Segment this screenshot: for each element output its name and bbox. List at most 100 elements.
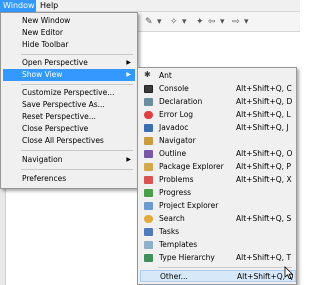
submenu-arrow-icon: ▶ — [126, 71, 131, 78]
menu-item-search[interactable]: Search Alt+Shift+Q, S — [140, 213, 296, 225]
chevron-down-icon[interactable]: ▾ — [244, 17, 249, 27]
menu-item-navigator[interactable]: Navigator — [140, 135, 296, 147]
menu-item-show-view[interactable]: Show View ▶ — [3, 69, 135, 81]
menu-item-project-explorer[interactable]: Project Explorer — [140, 200, 296, 212]
window-dropdown-menu: New Window New Editor Hide Toolbar Open … — [0, 12, 138, 189]
menu-item-label: Console — [159, 84, 189, 93]
menu-item-javadoc[interactable]: Javadoc Alt+Shift+Q, J — [140, 122, 296, 134]
menu-item-progress[interactable]: Progress — [140, 187, 296, 199]
submenu-arrow-icon: ▶ — [126, 156, 131, 163]
chevron-down-icon[interactable]: ▾ — [220, 17, 225, 27]
menu-item-label: Open Perspective — [22, 58, 88, 67]
menu-item-label: New Window — [22, 16, 71, 25]
javadoc-icon — [144, 124, 153, 132]
previous-edit-icon[interactable]: ✦ — [196, 17, 204, 27]
menu-item-shortcut: Alt+Shift+Q, L — [236, 110, 291, 119]
menu-separator — [21, 150, 133, 151]
menu-item-other[interactable]: Other... Alt+Shift+Q, Q — [140, 270, 296, 282]
mouse-cursor-icon — [284, 266, 294, 280]
tasks-icon — [144, 228, 153, 236]
templates-icon — [144, 241, 153, 249]
menu-item-shortcut: Alt+Shift+Q, C — [236, 84, 292, 93]
menu-item-shortcut: Alt+Shift+Q, O — [236, 149, 293, 158]
menu-item-shortcut: Alt+Shift+Q, T — [236, 253, 292, 262]
menu-item-tasks[interactable]: Tasks — [140, 226, 296, 238]
navigator-icon — [144, 137, 153, 145]
menu-item-label: Package Explorer — [159, 162, 224, 171]
menu-item-label: Tasks — [159, 227, 180, 236]
menu-separator — [21, 54, 133, 55]
menu-item-label: Customize Perspective... — [22, 88, 115, 97]
menu-item-label: Error Log — [159, 110, 194, 119]
menu-item-label: Project Explorer — [159, 201, 219, 210]
show-view-submenu: ✱ Ant Console Alt+Shift+Q, C Declaration Al… — [137, 67, 297, 285]
problems-icon — [144, 176, 153, 184]
menu-item-templates[interactable]: Templates — [140, 239, 296, 251]
help-menu[interactable]: Help — [37, 0, 61, 12]
menu-item-type-hierarchy[interactable]: Type Hierarchy Alt+Shift+Q, T — [140, 252, 296, 264]
menu-item-package-explorer[interactable]: Package Explorer Alt+Shift+Q, P — [140, 161, 296, 173]
menu-item-declaration[interactable]: Declaration Alt+Shift+Q, D — [140, 96, 296, 108]
menu-item-label: Outline — [159, 149, 187, 158]
menu-item-label: Ant — [159, 71, 172, 80]
menu-item-new-window[interactable]: New Window — [3, 15, 135, 27]
menu-item-shortcut: Alt+Shift+Q, D — [236, 97, 293, 106]
menu-item-label: Preferences — [22, 174, 67, 183]
menu-item-label: Other... — [160, 272, 188, 281]
menu-item-shortcut: Alt+Shift+Q, X — [236, 175, 292, 184]
submenu-arrow-icon: ▶ — [126, 59, 131, 66]
search-icon — [144, 215, 153, 223]
project-explorer-icon — [144, 202, 153, 210]
sync-icon[interactable]: ✧ — [170, 17, 178, 27]
menu-item-hide-toolbar[interactable]: Hide Toolbar — [3, 39, 135, 51]
menu-separator — [21, 169, 133, 170]
chevron-down-icon[interactable]: ▾ — [157, 17, 162, 27]
menu-item-shortcut: Alt+Shift+Q, S — [236, 214, 292, 223]
menu-item-outline[interactable]: Outline Alt+Shift+Q, O — [140, 148, 296, 160]
forward-icon[interactable]: ⇨ — [232, 17, 240, 27]
menu-item-label: Templates — [159, 240, 198, 249]
menu-item-customize-perspective[interactable]: Customize Perspective... — [3, 87, 135, 99]
console-icon — [144, 85, 153, 93]
menu-item-label: Reset Perspective... — [22, 112, 96, 121]
ant-icon: ✱ — [144, 70, 151, 79]
menu-item-ant[interactable]: ✱ Ant — [140, 70, 296, 82]
menu-item-open-perspective[interactable]: Open Perspective ▶ — [3, 57, 135, 69]
menu-separator — [158, 267, 292, 268]
menu-item-shortcut: Alt+Shift+Q, J — [236, 123, 289, 132]
menu-item-label: Navigation — [22, 155, 63, 164]
menu-item-label: Close All Perspectives — [22, 136, 104, 145]
menu-item-label: Save Perspective As... — [22, 100, 105, 109]
menu-item-error-log[interactable]: Error Log Alt+Shift+Q, L — [140, 109, 296, 121]
chevron-down-icon[interactable]: ▾ — [182, 17, 187, 27]
menu-item-label: Type Hierarchy — [159, 253, 215, 262]
menu-item-label: Javadoc — [159, 123, 189, 132]
menu-item-label: Problems — [159, 175, 194, 184]
menu-bar: Window Help — [0, 0, 300, 12]
menu-item-label: Close Perspective — [22, 124, 89, 133]
window-menu[interactable]: Window — [0, 0, 36, 12]
run-icon[interactable]: ✎ — [145, 17, 153, 27]
menu-item-label: Navigator — [159, 136, 196, 145]
menu-item-save-perspective-as[interactable]: Save Perspective As... — [3, 99, 135, 111]
menu-item-navigation[interactable]: Navigation ▶ — [3, 154, 135, 166]
menu-item-label: Search — [159, 214, 185, 223]
menu-item-label: New Editor — [22, 28, 63, 37]
menu-item-console[interactable]: Console Alt+Shift+Q, C — [140, 83, 296, 95]
menu-item-reset-perspective[interactable]: Reset Perspective... — [3, 111, 135, 123]
menu-item-label: Hide Toolbar — [22, 40, 69, 49]
menu-item-preferences[interactable]: Preferences — [3, 173, 135, 185]
menu-item-label: Progress — [159, 188, 192, 197]
menu-item-problems[interactable]: Problems Alt+Shift+Q, X — [140, 174, 296, 186]
declaration-icon — [144, 98, 153, 106]
progress-icon — [144, 189, 153, 197]
menu-item-new-editor[interactable]: New Editor — [3, 27, 135, 39]
type-hierarchy-icon — [144, 254, 153, 262]
menu-item-label: Show View — [22, 70, 63, 79]
error-log-icon — [144, 111, 153, 119]
menu-separator — [21, 84, 133, 85]
back-icon[interactable]: ⇦ — [208, 17, 216, 27]
menu-item-close-all-perspectives[interactable]: Close All Perspectives — [3, 135, 135, 147]
outline-icon — [144, 150, 153, 158]
menu-item-close-perspective[interactable]: Close Perspective — [3, 123, 135, 135]
